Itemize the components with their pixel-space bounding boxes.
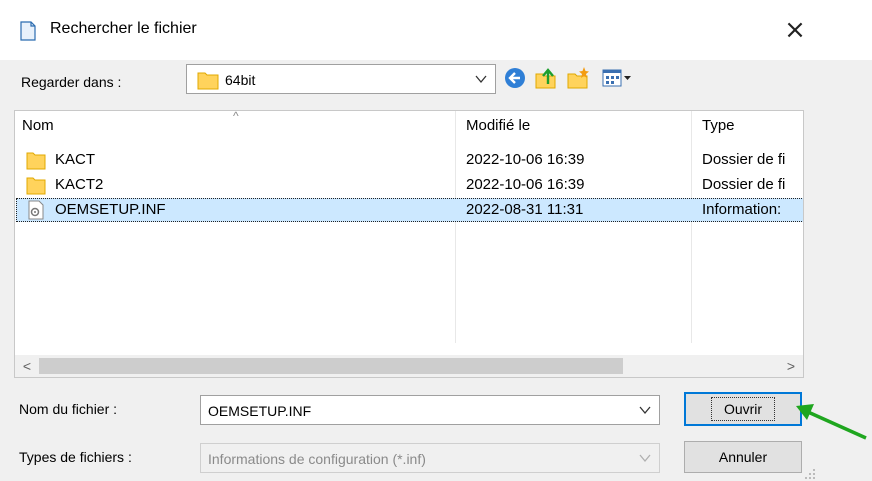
look-in-combo[interactable]: 64bit xyxy=(186,64,496,94)
folder-icon xyxy=(197,72,219,90)
horizontal-scrollbar[interactable]: < > xyxy=(15,355,803,377)
new-folder-icon xyxy=(567,67,589,89)
file-type: Dossier de fi xyxy=(702,151,786,168)
cancel-button-label: Annuler xyxy=(718,449,768,465)
close-icon: × xyxy=(784,15,806,45)
file-modified: 2022-08-31 11:31 xyxy=(466,201,584,218)
chevron-down-icon xyxy=(475,75,487,84)
filetype-label: Types de fichiers : xyxy=(19,449,132,465)
list-item-selected[interactable]: OEMSETUP.INF 2022-08-31 11:31 Informatio… xyxy=(16,198,803,222)
view-menu-button[interactable] xyxy=(601,66,633,90)
list-item[interactable]: KACT 2022-10-06 16:39 Dossier de fi xyxy=(16,148,803,172)
column-header-name[interactable]: Nom xyxy=(22,117,54,134)
file-name: OEMSETUP.INF xyxy=(55,201,166,218)
column-separator xyxy=(455,111,456,343)
file-type: Dossier de fi xyxy=(702,176,786,193)
inf-file-icon xyxy=(28,200,44,220)
cancel-button[interactable]: Annuler xyxy=(684,441,802,473)
filename-combo[interactable]: OEMSETUP.INF xyxy=(200,395,660,425)
scroll-right-icon[interactable]: > xyxy=(781,356,801,376)
file-type: Information: xyxy=(702,201,782,218)
annotation-arrow-icon xyxy=(796,404,867,440)
view-menu-icon xyxy=(602,69,631,87)
scrollbar-thumb[interactable] xyxy=(39,358,623,374)
open-button-label: Ouvrir xyxy=(710,397,776,421)
file-name: KACT xyxy=(55,151,96,168)
document-icon xyxy=(20,21,36,41)
chevron-down-icon xyxy=(639,454,651,463)
look-in-label: Regarder dans : xyxy=(21,74,122,90)
sort-ascending-icon: ^ xyxy=(233,110,239,123)
filetype-combo: Informations de configuration (*.inf) xyxy=(200,443,660,473)
chevron-down-icon xyxy=(639,406,651,415)
open-button[interactable]: Ouvrir xyxy=(684,392,802,426)
up-folder-button[interactable] xyxy=(534,66,558,90)
file-name: KACT2 xyxy=(55,176,104,193)
scroll-left-icon[interactable]: < xyxy=(17,356,37,376)
back-arrow-icon xyxy=(505,68,525,88)
file-list[interactable]: ^ Nom Modifié le Type KACT 2022-10-06 16… xyxy=(14,110,804,378)
file-modified: 2022-10-06 16:39 xyxy=(466,176,585,193)
up-folder-icon xyxy=(535,68,556,89)
column-header-modified[interactable]: Modifié le xyxy=(466,117,530,134)
folder-icon xyxy=(26,177,46,195)
filetype-value: Informations de configuration (*.inf) xyxy=(208,451,426,467)
filename-input[interactable]: OEMSETUP.INF xyxy=(208,403,311,419)
column-separator xyxy=(691,111,692,343)
new-folder-button[interactable] xyxy=(566,66,590,90)
filename-label: Nom du fichier : xyxy=(19,401,118,417)
resize-grip-icon[interactable] xyxy=(804,468,816,480)
close-button[interactable]: × xyxy=(780,15,810,45)
back-button[interactable] xyxy=(503,66,527,90)
dialog-title: Rechercher le fichier xyxy=(50,20,197,37)
look-in-value: 64bit xyxy=(225,72,256,88)
list-item[interactable]: KACT2 2022-10-06 16:39 Dossier de fi xyxy=(16,173,803,197)
file-modified: 2022-10-06 16:39 xyxy=(466,151,585,168)
folder-icon xyxy=(26,152,46,170)
column-header-type[interactable]: Type xyxy=(702,117,735,134)
